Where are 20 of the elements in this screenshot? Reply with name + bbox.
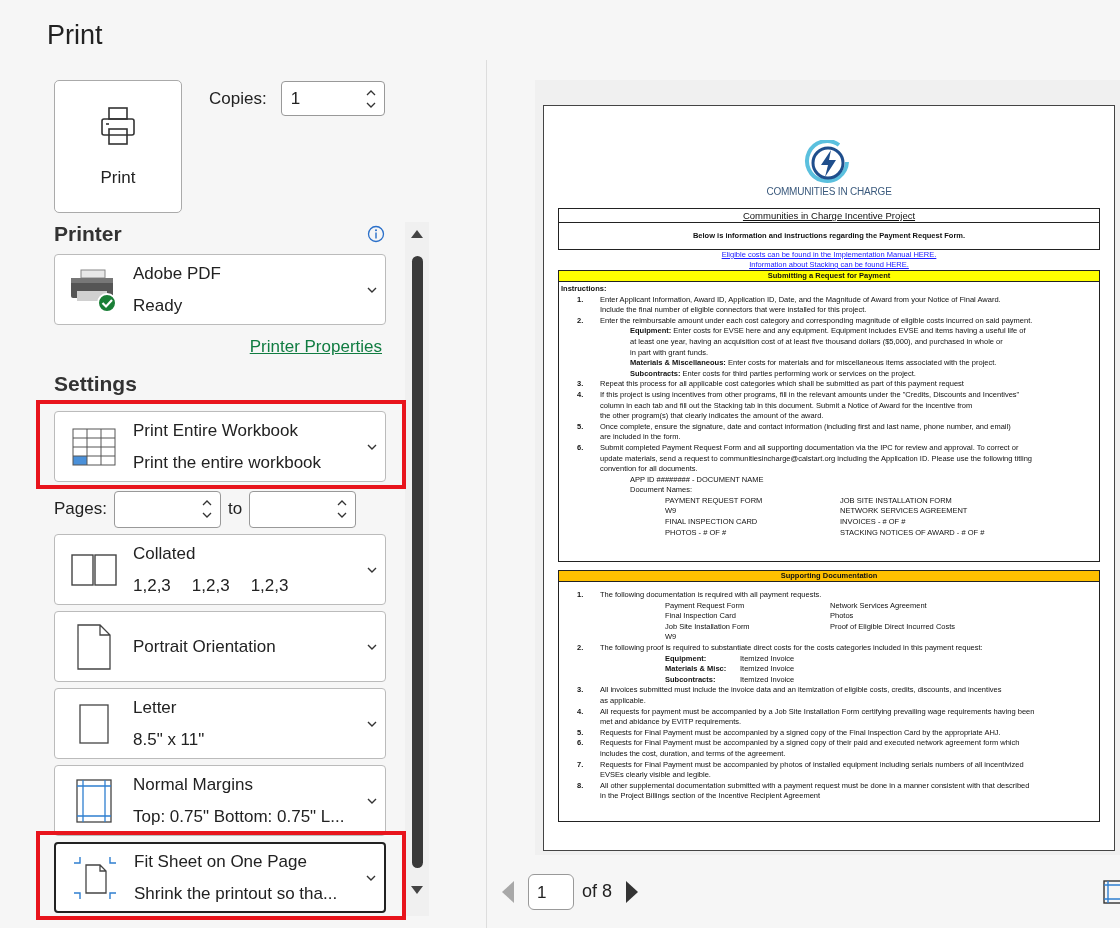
- setting-dropdown[interactable]: Letter 8.5" x 11": [54, 688, 386, 759]
- setting-dropdown[interactable]: Fit Sheet on One Page Shrink the printout so tha...: [54, 842, 386, 913]
- page-title: Print: [46, 19, 104, 52]
- to-label: to: [227, 499, 243, 519]
- copies-label: Copies:: [209, 88, 267, 109]
- page-count: of 8: [582, 881, 613, 902]
- copies-spinner[interactable]: 1: [280, 81, 385, 116]
- settings-heading: Settings: [54, 373, 138, 395]
- setting-dropdown[interactable]: Normal Margins Top: 0.75" Bottom: 0.75" L...: [54, 765, 386, 836]
- setting-dropdown[interactable]: Portrait Orientation: [54, 611, 386, 682]
- print-button[interactable]: Print: [54, 80, 182, 213]
- setting-dropdown[interactable]: Collated 1,2,3 1,2,3 1,2,3: [54, 534, 386, 605]
- printer-heading: Printer: [54, 222, 122, 246]
- printer-properties-link[interactable]: Printer Properties: [249, 337, 382, 357]
- page-number-field[interactable]: 1: [528, 873, 574, 910]
- document-title: Communities in Charge Incentive Project: [559, 209, 1099, 223]
- printer-dropdown[interactable]: Adobe PDF Ready: [54, 254, 386, 325]
- pages-label: Pages:: [54, 499, 107, 519]
- setting-dropdown[interactable]: Print Entire Workbook Print the entire workbook: [54, 411, 386, 482]
- logo-text: COMMUNITIES IN CHARGE: [766, 186, 892, 198]
